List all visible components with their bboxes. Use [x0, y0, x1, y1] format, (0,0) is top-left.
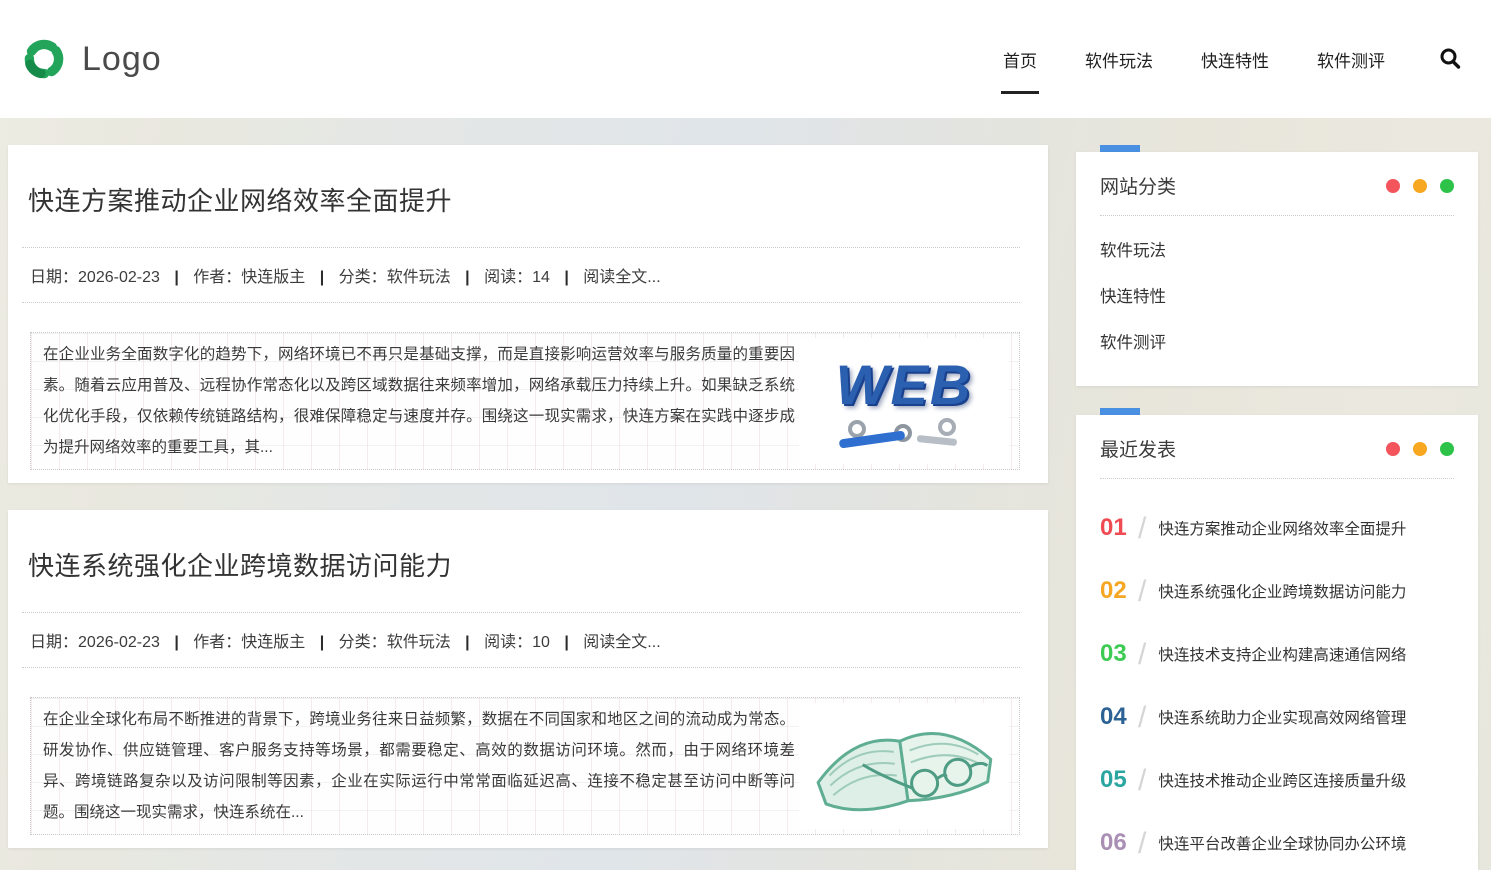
slash-divider: / — [1138, 703, 1146, 733]
traffic-dots-icon — [1386, 442, 1454, 456]
green-dot-icon — [1440, 179, 1454, 193]
red-dot-icon — [1386, 442, 1400, 456]
nav-item-home[interactable]: 首页 — [1001, 41, 1039, 78]
orange-dot-icon — [1413, 179, 1427, 193]
site-header: Logo 首页 软件玩法 快连特性 软件测评 — [0, 0, 1491, 118]
post-card-2: 快连系统强化企业跨境数据访问能力 日期：2026-02-23 | 作者：快连版主… — [8, 510, 1048, 848]
logo-swirl-icon — [20, 35, 68, 83]
main-nav: 首页 软件玩法 快连特性 软件测评 — [1001, 41, 1463, 78]
recent-post-2[interactable]: 02 / 快连系统强化企业跨境数据访问能力 — [1100, 577, 1454, 607]
web-word-graphic: WEB — [836, 357, 973, 413]
traffic-dots-icon — [1386, 179, 1454, 193]
web-3d-image: WEB — [799, 338, 1009, 464]
recent-post-title[interactable]: 快连系统强化企业跨境数据访问能力 — [1158, 577, 1406, 604]
post-excerpt-box: 在企业全球化布局不断推进的背景下，跨境业务往来日益频繁，数据在不同国家和地区之间… — [30, 697, 1020, 835]
post-meta: 日期：2026-02-23 | 作者：快连版主 | 分类：软件玩法 | 阅读：1… — [22, 247, 1020, 303]
post-excerpt: 在企业全球化布局不断推进的背景下，跨境业务往来日益频繁，数据在不同国家和地区之间… — [43, 704, 795, 828]
slash-divider: / — [1138, 640, 1146, 670]
widget-title: 网站分类 — [1100, 172, 1176, 199]
category-link[interactable]: 软件玩法 — [387, 634, 451, 651]
meta-separator: | — [320, 269, 324, 286]
open-book-image — [799, 703, 1009, 829]
date-value: 2026-02-23 — [78, 634, 160, 651]
date-label: 日期： — [30, 634, 78, 651]
nav-item-features[interactable]: 快连特性 — [1199, 41, 1271, 78]
meta-separator: | — [564, 269, 568, 286]
recent-post-list: 01 / 快连方案推动企业网络效率全面提升 02 / 快连系统强化企业跨境数据访… — [1100, 479, 1454, 870]
category-label: 分类： — [339, 634, 387, 651]
post-list: 快连方案推动企业网络效率全面提升 日期：2026-02-23 | 作者：快连版主… — [8, 145, 1048, 870]
recent-rank: 02 — [1100, 577, 1134, 605]
recent-post-1[interactable]: 01 / 快连方案推动企业网络效率全面提升 — [1100, 514, 1454, 544]
recent-post-title[interactable]: 快连系统助力企业实现高效网络管理 — [1158, 703, 1406, 730]
search-icon[interactable] — [1437, 46, 1463, 72]
recent-posts-widget: 最近发表 01 / 快连方案推动企业网络效率全面提升 02 — [1076, 408, 1478, 870]
meta-separator: | — [174, 269, 178, 286]
slash-divider: / — [1138, 514, 1146, 544]
post-title[interactable]: 快连系统强化企业跨境数据访问能力 — [28, 546, 1020, 583]
author-label: 作者： — [193, 269, 241, 286]
recent-post-title[interactable]: 快连技术支持企业构建高速通信网络 — [1158, 640, 1406, 667]
recent-rank: 01 — [1100, 514, 1134, 542]
nav-item-software-play[interactable]: 软件玩法 — [1083, 41, 1155, 78]
author-value: 快连版主 — [241, 269, 305, 286]
slash-divider: / — [1138, 829, 1146, 859]
widget-accent-tab — [1100, 145, 1140, 152]
recent-post-3[interactable]: 03 / 快连技术支持企业构建高速通信网络 — [1100, 640, 1454, 670]
recent-post-title[interactable]: 快连技术推动企业跨区连接质量升级 — [1158, 766, 1406, 793]
recent-rank: 03 — [1100, 640, 1134, 668]
widget-title: 最近发表 — [1100, 435, 1176, 462]
green-dot-icon — [1440, 442, 1454, 456]
slash-divider: / — [1138, 577, 1146, 607]
meta-separator: | — [564, 634, 568, 651]
post-excerpt-box: 在企业业务全面数字化的趋势下，网络环境已不再只是基础支撑，而是直接影响运营效率与… — [30, 332, 1020, 470]
recent-rank: 06 — [1100, 829, 1134, 857]
page-body: 快连方案推动企业网络效率全面提升 日期：2026-02-23 | 作者：快连版主… — [0, 118, 1491, 870]
post-title[interactable]: 快连方案推动企业网络效率全面提升 — [28, 181, 1020, 218]
meta-separator: | — [174, 634, 178, 651]
read-more-link[interactable]: 阅读全文... — [583, 634, 660, 651]
post-card-1: 快连方案推动企业网络效率全面提升 日期：2026-02-23 | 作者：快连版主… — [8, 145, 1048, 483]
nav-item-reviews[interactable]: 软件测评 — [1315, 41, 1387, 78]
widget-accent-tab — [1100, 408, 1140, 415]
meta-separator: | — [320, 634, 324, 651]
recent-rank: 04 — [1100, 703, 1134, 731]
red-dot-icon — [1386, 179, 1400, 193]
post-meta: 日期：2026-02-23 | 作者：快连版主 | 分类：软件玩法 | 阅读：1… — [22, 612, 1020, 668]
widget-header: 最近发表 — [1100, 435, 1454, 479]
recent-post-title[interactable]: 快连平台改善企业全球协同办公环境 — [1158, 829, 1406, 856]
brand[interactable]: Logo — [20, 35, 162, 83]
post-excerpt: 在企业业务全面数字化的趋势下，网络环境已不再只是基础支撑，而是直接影响运营效率与… — [43, 339, 795, 463]
date-label: 日期： — [30, 269, 78, 286]
meta-separator: | — [465, 634, 469, 651]
recent-post-4[interactable]: 04 / 快连系统助力企业实现高效网络管理 — [1100, 703, 1454, 733]
category-item-features[interactable]: 快连特性 — [1100, 272, 1454, 318]
logo-text: Logo — [82, 40, 162, 79]
widget-header: 网站分类 — [1100, 172, 1454, 216]
views-label: 阅读： — [484, 269, 532, 286]
categories-widget: 网站分类 软件玩法 快连特性 软件测评 — [1076, 145, 1478, 386]
category-label: 分类： — [339, 269, 387, 286]
recent-post-5[interactable]: 05 / 快连技术推动企业跨区连接质量升级 — [1100, 766, 1454, 796]
category-item-reviews[interactable]: 软件测评 — [1100, 318, 1454, 364]
category-item-software-play[interactable]: 软件玩法 — [1100, 226, 1454, 272]
date-value: 2026-02-23 — [78, 269, 160, 286]
category-link[interactable]: 软件玩法 — [387, 269, 451, 286]
recent-post-6[interactable]: 06 / 快连平台改善企业全球协同办公环境 — [1100, 829, 1454, 859]
views-value: 10 — [532, 634, 550, 651]
sidebar: 网站分类 软件玩法 快连特性 软件测评 最近发表 — [1076, 145, 1478, 870]
read-more-link[interactable]: 阅读全文... — [583, 269, 660, 286]
meta-separator: | — [465, 269, 469, 286]
category-list: 软件玩法 快连特性 软件测评 — [1100, 216, 1454, 364]
orange-dot-icon — [1413, 442, 1427, 456]
author-label: 作者： — [193, 634, 241, 651]
author-value: 快连版主 — [241, 634, 305, 651]
recent-post-title[interactable]: 快连方案推动企业网络效率全面提升 — [1158, 514, 1406, 541]
recent-rank: 05 — [1100, 766, 1134, 794]
views-label: 阅读： — [484, 634, 532, 651]
slash-divider: / — [1138, 766, 1146, 796]
tools-graphic — [829, 413, 979, 449]
views-value: 14 — [532, 269, 550, 286]
